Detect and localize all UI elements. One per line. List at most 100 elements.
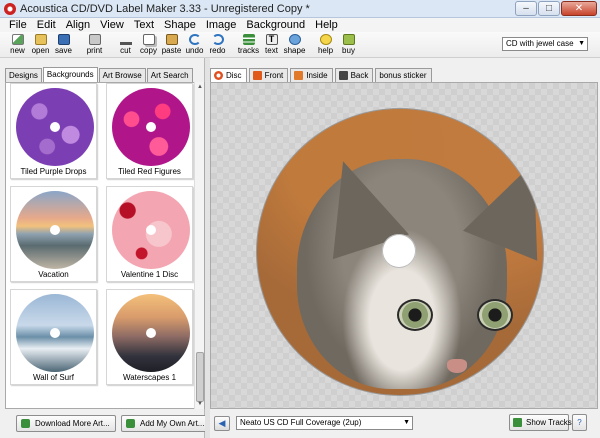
case-type-select[interactable]: CD with jewel case ▼: [502, 37, 588, 51]
disc-label-artwork[interactable]: [257, 109, 543, 395]
text-button[interactable]: Ttext: [260, 32, 283, 58]
menu-align[interactable]: Align: [61, 18, 95, 32]
clipboard-paste-icon: [165, 34, 178, 45]
paste-button[interactable]: paste: [160, 32, 183, 58]
disc-preview-image: [16, 88, 94, 166]
buy-button[interactable]: buy: [337, 32, 360, 58]
thumb-caption: Wall of Surf: [32, 373, 75, 382]
menu-file[interactable]: File: [4, 18, 32, 32]
new-button[interactable]: new: [6, 32, 29, 58]
background-thumb-wall-of-surf[interactable]: Wall of Surf: [10, 289, 97, 385]
copy-button[interactable]: copy: [137, 32, 160, 58]
background-thumb-tiled-red-figures[interactable]: Tiled Red Figures: [106, 83, 193, 179]
window-title: Acoustica CD/DVD Label Maker 3.33 - Unre…: [20, 2, 310, 15]
kitten-photo: [297, 147, 543, 389]
background-thumb-tiled-purple-drops[interactable]: Tiled Purple Drops: [10, 83, 97, 179]
help-icon: ?: [577, 418, 582, 427]
background-thumb-valentine-1-disc[interactable]: Valentine 1 Disc: [106, 186, 193, 282]
download-icon: [21, 419, 30, 428]
add-art-icon: [126, 419, 135, 428]
app-disc-icon: [4, 2, 16, 15]
scrollbar-thumb[interactable]: [196, 352, 204, 402]
save-button[interactable]: save: [52, 32, 75, 58]
redo-button[interactable]: redo: [206, 32, 229, 58]
chevron-down-icon: ▼: [578, 40, 585, 47]
maximize-button[interactable]: □: [538, 1, 560, 16]
undo-arrow-icon: [188, 34, 201, 45]
tab-bonus-sticker[interactable]: bonus sticker: [375, 68, 432, 82]
design-canvas[interactable]: [210, 82, 598, 409]
design-panel: Disc Front Inside Back bonus sticker ◀ N…: [210, 58, 600, 438]
scroll-up-icon[interactable]: ▲: [195, 82, 205, 92]
background-gallery: Tiled Purple Drops Tiled Red Figures Vac…: [5, 82, 205, 409]
inside-cover-icon: [294, 71, 304, 80]
disc-preview-image: [112, 191, 190, 269]
tab-disc[interactable]: Disc: [210, 68, 247, 82]
left-panel: Designs Backgrounds Art Browse Art Searc…: [0, 58, 211, 438]
menu-text[interactable]: Text: [129, 18, 159, 32]
label-layout-value: Neato US CD Full Coverage (2up): [240, 418, 362, 427]
label-tab-bar: Disc Front Inside Back bonus sticker: [210, 68, 434, 82]
disc-icon: [214, 71, 223, 80]
menu-image[interactable]: Image: [201, 18, 242, 32]
thumb-caption: Tiled Red Figures: [118, 167, 181, 176]
disc-preview-image: [112, 88, 190, 166]
download-more-art-button[interactable]: Download More Art...: [16, 415, 116, 432]
undo-button[interactable]: undo: [183, 32, 206, 58]
help-bulb-icon: [319, 34, 332, 45]
shape-button[interactable]: shape: [283, 32, 306, 58]
back-cover-icon: [338, 71, 348, 80]
disc-preview-image: [16, 191, 94, 269]
add-my-own-art-button[interactable]: Add My Own Art...: [121, 415, 211, 432]
track-list-icon: [513, 418, 522, 427]
gallery-scrollbar[interactable]: ▲ ▼: [194, 82, 204, 409]
floppy-save-icon: [57, 34, 70, 45]
cut-button[interactable]: cut: [114, 32, 137, 58]
menu-help[interactable]: Help: [310, 18, 343, 32]
thumb-caption: Waterscapes 1: [122, 373, 177, 382]
previous-arrow-button[interactable]: ◀: [214, 416, 230, 431]
folder-open-icon: [34, 34, 47, 45]
menu-view[interactable]: View: [95, 18, 129, 32]
background-thumb-vacation[interactable]: Vacation: [10, 186, 97, 282]
help-button[interactable]: help: [314, 32, 337, 58]
scroll-down-icon[interactable]: ▼: [195, 399, 205, 409]
scissors-icon: [119, 34, 132, 45]
tab-art-search[interactable]: Art Search: [146, 68, 193, 82]
case-type-value: CD with jewel case: [506, 39, 574, 48]
tab-designs[interactable]: Designs: [5, 68, 42, 82]
shape-tool-icon: [288, 34, 301, 45]
disc-center-hole: [382, 234, 416, 268]
show-tracks-button[interactable]: Show Tracks: [509, 414, 572, 431]
disc-preview-image: [16, 294, 94, 372]
track-list-icon: [242, 34, 255, 45]
open-button[interactable]: open: [29, 32, 52, 58]
tracks-button[interactable]: tracks: [237, 32, 260, 58]
printer-icon: [88, 34, 101, 45]
tab-front[interactable]: Front: [248, 68, 289, 82]
disc-preview-image: [112, 294, 190, 372]
print-button[interactable]: print: [83, 32, 106, 58]
label-layout-select[interactable]: Neato US CD Full Coverage (2up) ▼: [236, 416, 413, 430]
tab-inside[interactable]: Inside: [290, 68, 333, 82]
front-cover-icon: [252, 71, 262, 80]
minimize-button[interactable]: –: [515, 1, 537, 16]
tab-back[interactable]: Back: [334, 68, 374, 82]
redo-arrow-icon: [211, 34, 224, 45]
background-thumb-waterscapes-1[interactable]: Waterscapes 1: [106, 289, 193, 385]
arrow-left-icon: ◀: [218, 418, 226, 428]
left-tab-bar: Designs Backgrounds Art Browse Art Searc…: [5, 67, 194, 82]
menu-shape[interactable]: Shape: [159, 18, 201, 32]
thumb-caption: Valentine 1 Disc: [120, 270, 179, 279]
menu-edit[interactable]: Edit: [32, 18, 61, 32]
info-button[interactable]: ?: [572, 414, 587, 431]
close-button[interactable]: ✕: [561, 1, 597, 16]
shopping-cart-icon: [342, 34, 355, 45]
tab-backgrounds[interactable]: Backgrounds: [42, 67, 98, 82]
thumb-caption: Tiled Purple Drops: [20, 167, 87, 176]
new-document-icon: [11, 34, 24, 45]
menu-background[interactable]: Background: [241, 18, 310, 32]
text-tool-icon: T: [265, 34, 278, 45]
tab-art-browse[interactable]: Art Browse: [98, 68, 146, 82]
title-bar: Acoustica CD/DVD Label Maker 3.33 - Unre…: [0, 0, 600, 18]
